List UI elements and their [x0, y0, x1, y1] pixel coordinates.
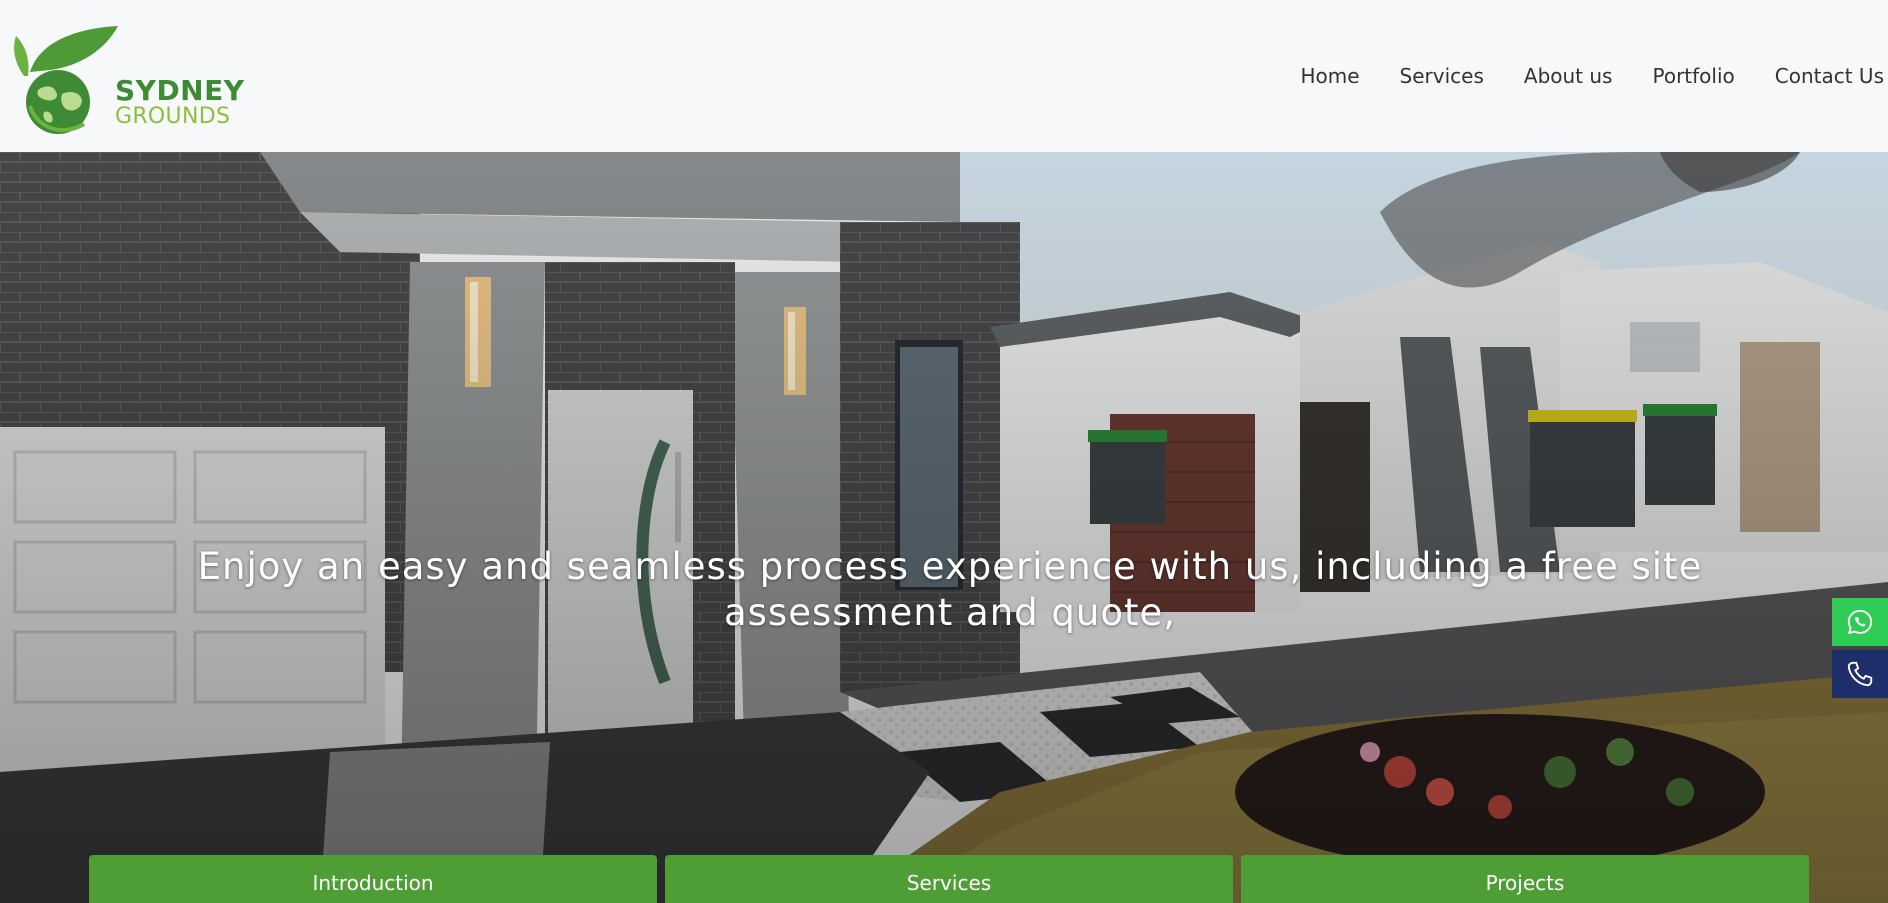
whatsapp-icon	[1847, 609, 1873, 635]
phone-icon	[1847, 661, 1873, 687]
nav-contact-us[interactable]: Contact Us	[1755, 60, 1888, 92]
tab-introduction[interactable]: Introduction	[89, 855, 657, 903]
globe-leaf-logo-icon	[14, 26, 118, 134]
whatsapp-button[interactable]	[1832, 598, 1888, 646]
phone-button[interactable]	[1832, 650, 1888, 698]
tab-services[interactable]: Services	[665, 855, 1233, 903]
tab-projects[interactable]: Projects	[1241, 855, 1809, 903]
nav-services[interactable]: Services	[1380, 60, 1504, 92]
site-logo[interactable]: SYDNEY GROUNDS	[10, 20, 244, 136]
hero-background-image	[0, 152, 1888, 903]
main-nav: Home Services About us Portfolio Contact…	[1280, 60, 1888, 92]
logo-title: SYDNEY	[115, 74, 245, 107]
nav-about-us[interactable]: About us	[1504, 60, 1633, 92]
hero-headline: Enjoy an easy and seamless process exper…	[197, 545, 1703, 634]
site-header: SYDNEY GROUNDS Home Services About us Po…	[0, 0, 1888, 152]
nav-portfolio[interactable]: Portfolio	[1632, 60, 1754, 92]
nav-home[interactable]: Home	[1280, 60, 1379, 92]
hero-section: Enjoy an easy and seamless process exper…	[0, 152, 1888, 903]
section-tabs: Introduction Services Projects	[89, 855, 1809, 903]
logo-subtitle: GROUNDS	[115, 104, 231, 129]
